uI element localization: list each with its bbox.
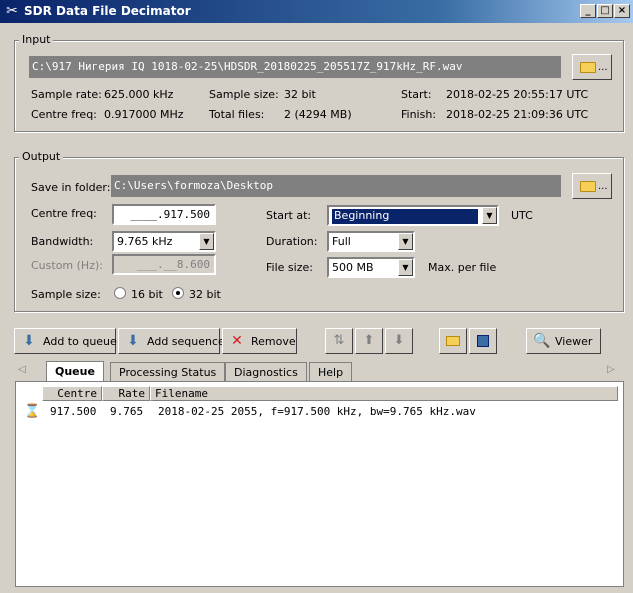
tab-help[interactable]: Help — [309, 362, 353, 381]
tab-diagnostics[interactable]: Diagnostics — [225, 362, 307, 381]
out-centre-freq-label: Centre freq: — [31, 207, 97, 220]
bandwidth-select[interactable]: 9.765 kHz ▼ — [112, 231, 216, 252]
start-at-value: Beginning — [332, 209, 478, 224]
row-rate[interactable]: 9.765 — [110, 405, 143, 418]
chevron-down-icon[interactable]: ▼ — [199, 233, 214, 250]
scissors-icon: ✂ — [6, 3, 18, 19]
bandwidth-label: Bandwidth: — [31, 235, 94, 248]
sample-rate-label: Sample rate: — [31, 88, 102, 101]
radio-32bit[interactable] — [172, 287, 184, 299]
centre-freq-label: Centre freq: — [31, 108, 97, 121]
radio-32bit-label: 32 bit — [189, 288, 221, 301]
tab-scroll-right-icon[interactable]: ▷ — [607, 364, 615, 375]
hourglass-icon: ⌛ — [24, 404, 41, 419]
file-size-select[interactable]: 500 MB ▼ — [327, 257, 415, 278]
save-folder-label: Save in folder: — [31, 181, 111, 194]
header-centre[interactable]: Centre — [42, 386, 102, 401]
bandwidth-value: 9.765 kHz — [117, 235, 173, 248]
utc-label: UTC — [511, 209, 533, 222]
move-down-button[interactable]: ⬇ — [385, 328, 413, 354]
viewer-button[interactable]: 🔍 Viewer — [526, 328, 601, 354]
out-sample-size-label: Sample size: — [31, 288, 101, 301]
add-sequence-button[interactable]: ⬇ Add sequence — [118, 328, 225, 354]
row-centre[interactable]: 917.500 — [50, 405, 96, 418]
maximize-button[interactable]: □ — [597, 4, 613, 18]
sort-icon: ⇅ — [333, 333, 345, 348]
total-files-label: Total files: — [209, 108, 265, 121]
input-browse-button[interactable]: ... — [572, 54, 612, 80]
folder-icon — [446, 335, 460, 346]
start-value: 2018-02-25 20:55:17 UTC — [446, 88, 589, 101]
output-browse-button[interactable]: ... — [572, 173, 612, 199]
remove-button[interactable]: ✕ Remove — [222, 328, 297, 354]
centre-freq-value: 0.917000 MHz — [104, 108, 184, 121]
duration-label: Duration: — [266, 235, 318, 248]
duration-select[interactable]: Full ▼ — [327, 231, 415, 252]
magnifier-icon: 🔍 — [533, 333, 551, 349]
minimize-button[interactable]: _ — [580, 4, 596, 18]
chevron-down-icon[interactable]: ▼ — [398, 233, 413, 250]
save-queue-button[interactable] — [469, 328, 497, 354]
arrow-down-icon: ⬇ — [23, 333, 35, 349]
arrow-down-icon: ⬇ — [127, 333, 139, 349]
input-path-field[interactable]: C:\917 Нигерия IQ 1018-02-25\HDSDR_20180… — [29, 56, 561, 78]
arrow-down-icon: ⬇ — [393, 333, 405, 348]
duration-value: Full — [332, 235, 351, 248]
chevron-down-icon[interactable]: ▼ — [398, 259, 413, 276]
start-at-select[interactable]: Beginning ▼ — [327, 205, 499, 226]
open-queue-button[interactable] — [439, 328, 467, 354]
row-filename[interactable]: 2018-02-25 2055, f=917.500 kHz, bw=9.765… — [158, 405, 476, 418]
file-size-note: Max. per file — [428, 261, 497, 274]
add-to-queue-button[interactable]: ⬇ Add to queue — [14, 328, 117, 354]
save-path-field[interactable]: C:\Users\formoza\Desktop — [111, 175, 561, 197]
tab-scroll-left-icon[interactable]: ◁ — [18, 364, 26, 375]
file-size-label: File size: — [266, 261, 313, 274]
file-size-value: 500 MB — [332, 261, 374, 274]
tab-processing-status[interactable]: Processing Status — [110, 362, 226, 381]
total-files-value: 2 (4294 MB) — [284, 108, 352, 121]
finish-label: Finish: — [401, 108, 437, 121]
close-icon: ✕ — [231, 333, 243, 349]
tab-queue[interactable]: Queue — [46, 361, 104, 381]
radio-16bit-label: 16 bit — [131, 288, 163, 301]
start-at-label: Start at: — [266, 209, 312, 222]
close-button[interactable]: × — [614, 4, 630, 18]
folder-icon — [580, 181, 596, 192]
move-up-button[interactable]: ⬆ — [355, 328, 383, 354]
chevron-down-icon[interactable]: ▼ — [482, 207, 497, 224]
custom-hz-input[interactable]: ___.__8.600 — [112, 254, 216, 275]
window-title: SDR Data File Decimator — [24, 4, 191, 18]
sample-size-value: 32 bit — [284, 88, 316, 101]
title-bar: ✂ SDR Data File Decimator _ □ × — [0, 0, 633, 23]
save-icon — [477, 334, 489, 347]
arrow-up-icon: ⬆ — [363, 333, 375, 348]
start-label: Start: — [401, 88, 432, 101]
sort-button[interactable]: ⇅ — [325, 328, 353, 354]
radio-16bit[interactable] — [114, 287, 126, 299]
custom-hz-label: Custom (Hz): — [31, 259, 103, 272]
sample-size-label: Sample size: — [209, 88, 279, 101]
centre-freq-input[interactable]: ____.917.500 — [112, 204, 216, 225]
queue-list[interactable]: Centre Rate Filename ⌛ 917.500 9.765 201… — [15, 381, 624, 587]
header-filename[interactable]: Filename — [150, 386, 618, 401]
finish-value: 2018-02-25 21:09:36 UTC — [446, 108, 589, 121]
sample-rate-value: 625.000 kHz — [104, 88, 174, 101]
folder-icon — [580, 62, 596, 73]
input-group-label: Input — [19, 33, 54, 46]
output-group-label: Output — [19, 150, 64, 163]
header-rate[interactable]: Rate — [102, 386, 150, 401]
